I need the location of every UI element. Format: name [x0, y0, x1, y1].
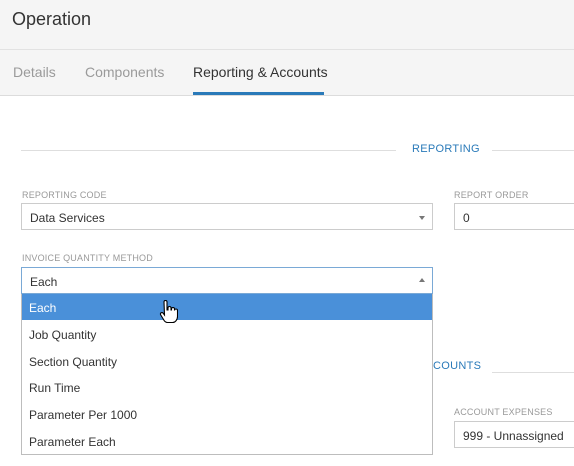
- tab-components[interactable]: Components: [85, 64, 164, 80]
- invoice-quantity-method-select[interactable]: Each: [21, 267, 433, 294]
- account-expenses-label: ACCOUNT EXPENSES: [454, 407, 553, 417]
- page-title: Operation: [12, 9, 92, 29]
- account-expenses-select[interactable]: 999 - Unnassigned: [454, 421, 574, 448]
- active-tab-indicator: [193, 92, 324, 95]
- accounts-divider-right: [492, 372, 574, 373]
- reporting-section-title: REPORTING: [412, 143, 480, 155]
- invoice-quantity-method-dropdown: Each Job Quantity Section Quantity Run T…: [21, 294, 433, 455]
- reporting-code-value: Data Services: [30, 211, 105, 225]
- hand-pointer-icon: [159, 300, 178, 324]
- report-order-input[interactable]: 0: [454, 203, 574, 230]
- dropdown-option-parameter-per-1000[interactable]: Parameter Per 1000: [22, 401, 432, 427]
- tab-bar: Details Components Reporting & Accounts: [0, 50, 574, 96]
- reporting-code-select[interactable]: Data Services: [21, 203, 433, 230]
- dropdown-option-section-quantity[interactable]: Section Quantity: [22, 348, 432, 374]
- reporting-code-label: REPORTING CODE: [22, 190, 107, 200]
- section-divider-left: [21, 150, 396, 151]
- dropdown-option-run-time[interactable]: Run Time: [22, 374, 432, 400]
- tab-details[interactable]: Details: [13, 64, 56, 80]
- account-expenses-value: 999 - Unnassigned: [463, 429, 564, 443]
- dropdown-option-each[interactable]: Each: [22, 294, 432, 320]
- chevron-up-icon: [419, 278, 425, 282]
- page-header: Operation: [0, 0, 574, 50]
- section-divider-right: [492, 150, 574, 151]
- invoice-quantity-method-label: INVOICE QUANTITY METHOD: [22, 253, 153, 263]
- dropdown-option-job-quantity[interactable]: Job Quantity: [22, 321, 432, 347]
- tab-reporting-accounts[interactable]: Reporting & Accounts: [193, 64, 328, 80]
- report-order-value: 0: [463, 211, 470, 225]
- report-order-label: REPORT ORDER: [454, 190, 529, 200]
- accounts-section-title: COUNTS: [433, 360, 482, 372]
- invoice-quantity-method-value: Each: [30, 275, 58, 289]
- chevron-down-icon: [419, 216, 425, 220]
- dropdown-option-parameter-each[interactable]: Parameter Each: [22, 428, 432, 454]
